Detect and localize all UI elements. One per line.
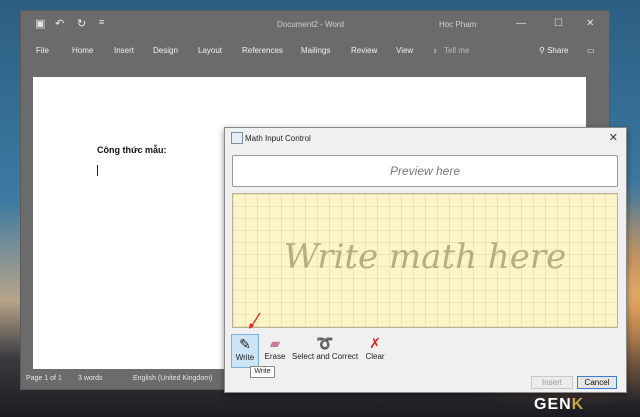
- write-label: Write: [235, 353, 255, 362]
- maximize-icon[interactable]: ☐: [554, 18, 563, 29]
- clear-button[interactable]: ✗ Clear: [364, 334, 386, 366]
- word-count[interactable]: 3 words: [78, 375, 103, 382]
- tab-references[interactable]: References: [242, 46, 283, 55]
- text-cursor: [97, 165, 98, 176]
- select-and-correct-button[interactable]: ➰ Select and Correct: [291, 334, 359, 366]
- comments-icon[interactable]: ▭: [587, 46, 595, 55]
- tab-layout[interactable]: Layout: [198, 46, 222, 55]
- insert-button[interactable]: Insert: [531, 376, 573, 389]
- handwriting-pad[interactable]: Write math here: [232, 193, 618, 328]
- page-count[interactable]: Page 1 of 1: [26, 375, 62, 382]
- genk-logo: GENK: [534, 396, 584, 414]
- undo-icon[interactable]: ↶: [55, 17, 64, 30]
- tab-home[interactable]: Home: [72, 46, 93, 55]
- ribbon-tabs: File Home Insert Design Layout Reference…: [21, 36, 609, 66]
- share-button[interactable]: ⚲ Share: [539, 46, 568, 55]
- save-icon[interactable]: ▣: [35, 17, 45, 30]
- close-icon[interactable]: ✕: [586, 18, 594, 29]
- lasso-icon: ➰: [316, 335, 334, 351]
- clear-label: Clear: [365, 352, 385, 361]
- math-input-control-dialog: Math Input Control ✕ Preview here Write …: [224, 127, 627, 393]
- pen-icon: ✎: [239, 336, 251, 352]
- document-heading: Công thức mẫu:: [97, 145, 167, 155]
- tell-me-search[interactable]: Tell me: [444, 46, 469, 55]
- cancel-button[interactable]: Cancel: [577, 376, 617, 389]
- share-label: Share: [547, 46, 569, 55]
- eraser-icon: ▰: [269, 335, 281, 351]
- math-input-app-icon: [231, 132, 243, 144]
- erase-label: Erase: [264, 352, 286, 361]
- language-status[interactable]: English (United Kingdom): [133, 375, 212, 382]
- preview-placeholder: Preview here: [389, 164, 461, 178]
- red-arrow-annotation: [249, 312, 261, 329]
- tab-design[interactable]: Design: [153, 46, 178, 55]
- redo-icon[interactable]: ↻: [77, 17, 86, 30]
- dialog-title: Math Input Control: [245, 134, 311, 143]
- logo-accent: K: [571, 396, 585, 413]
- lightbulb-icon: ♁: [432, 46, 438, 55]
- tab-review[interactable]: Review: [351, 46, 377, 55]
- preview-area: Preview here: [232, 155, 618, 187]
- clear-x-icon: ✗: [369, 335, 381, 351]
- tab-file[interactable]: File: [36, 46, 49, 55]
- person-icon: ⚲: [539, 46, 548, 55]
- select-label: Select and Correct: [291, 352, 359, 361]
- write-tool-button[interactable]: ✎ Write: [231, 334, 259, 368]
- word-titlebar: ▣ ↶ ↻ ≡ Document2 - Word Hoc Pham — ☐ ✕: [21, 11, 609, 36]
- logo-main: GEN: [534, 396, 572, 413]
- erase-tool-button[interactable]: ▰ Erase: [263, 334, 287, 366]
- window-title: Document2 - Word: [277, 20, 344, 29]
- pad-placeholder: Write math here: [283, 237, 567, 277]
- tab-insert[interactable]: Insert: [114, 46, 134, 55]
- close-icon[interactable]: ✕: [609, 131, 618, 144]
- customize-qat-icon[interactable]: ≡: [99, 17, 104, 27]
- user-name[interactable]: Hoc Pham: [439, 20, 476, 29]
- tab-view[interactable]: View: [396, 46, 413, 55]
- minimize-icon[interactable]: —: [516, 18, 526, 29]
- write-tooltip: Write: [250, 366, 275, 378]
- tab-mailings[interactable]: Mailings: [301, 46, 330, 55]
